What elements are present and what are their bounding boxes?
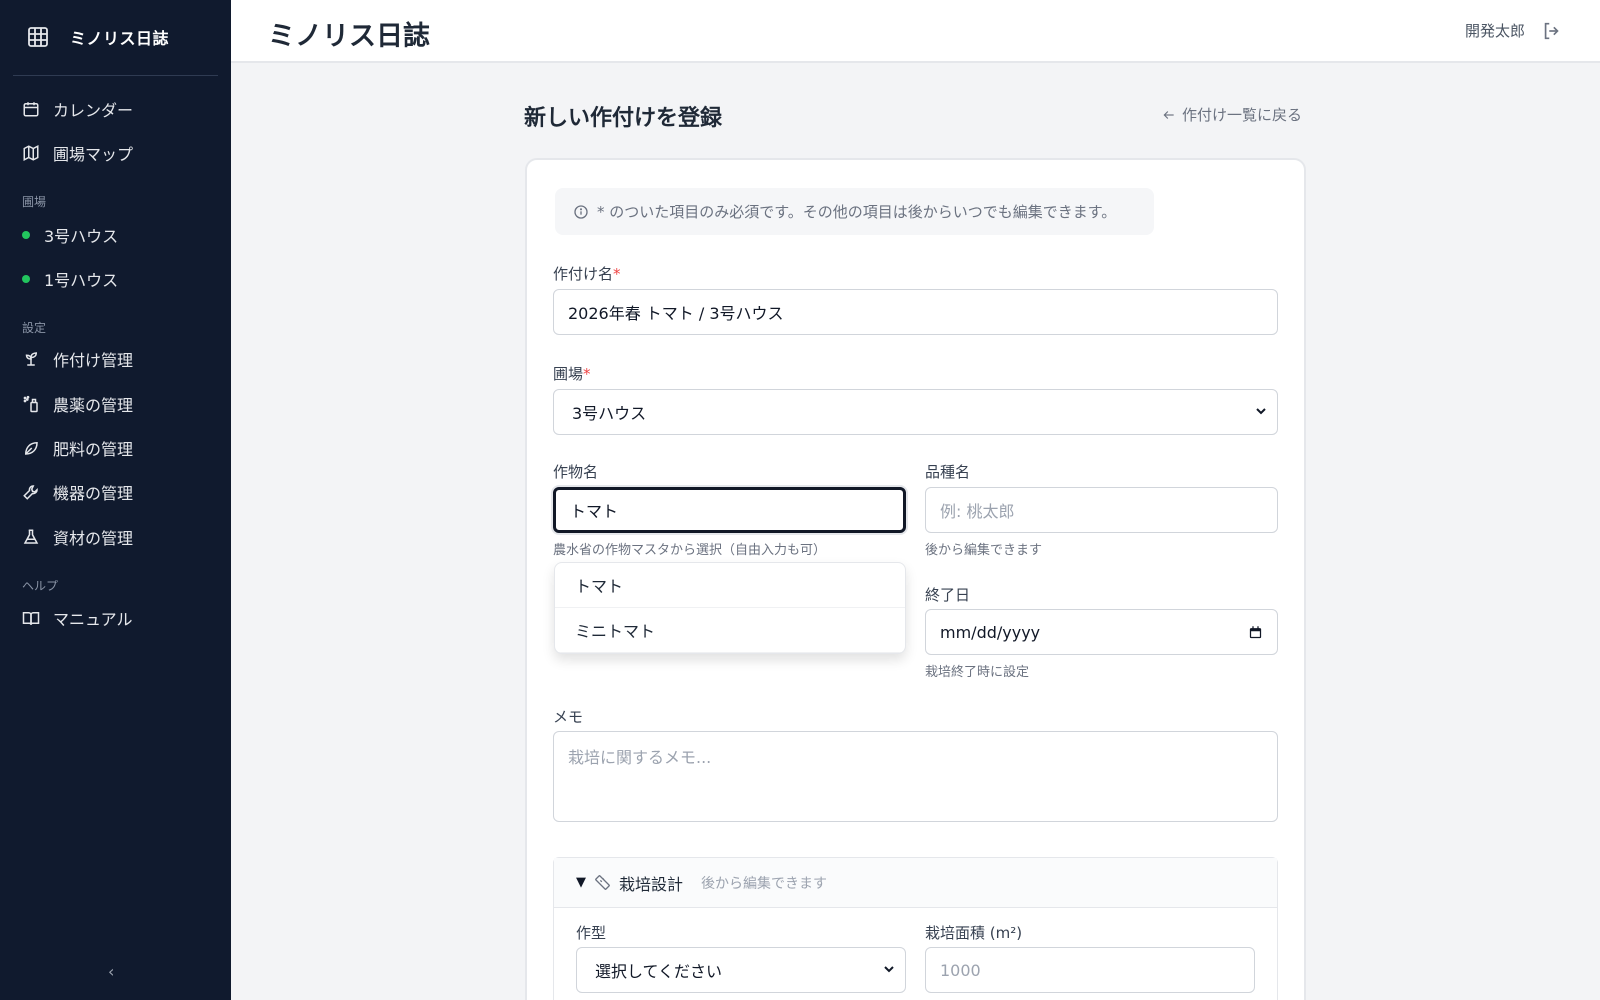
section-subtitle: 後から編集できます	[701, 875, 828, 892]
info-notice: * のついた項目のみ必須です。その他の項目は後からいつでも編集できます。	[555, 188, 1154, 235]
sidebar-item-materials[interactable]: 資材の管理	[22, 522, 133, 552]
leaf-icon	[24, 441, 38, 455]
sidebar-item-label: 圃場マップ	[53, 145, 134, 164]
suggestion-item[interactable]: トマト	[555, 563, 905, 608]
sidebar-item-manual[interactable]: マニュアル	[22, 603, 133, 633]
chevron-down-icon	[884, 966, 894, 973]
field-select[interactable]: 3号ハウス	[553, 389, 1278, 435]
required-mark: *	[613, 265, 621, 283]
end-date-input[interactable]: mm/dd/yyyy	[925, 609, 1278, 655]
map-icon	[23, 145, 39, 161]
sidebar-item-label: 作付け管理	[53, 351, 134, 370]
variety-input[interactable]: 例: 桃太郎	[925, 487, 1278, 533]
sidebar-item-field-map[interactable]: 圃場マップ	[22, 138, 133, 168]
back-link-label: 作付け一覧に戻る	[1182, 106, 1303, 124]
arrow-left-icon	[1163, 110, 1174, 119]
top-header: ミノリス日誌 開発太郎	[231, 0, 1600, 63]
wrench-icon	[23, 485, 38, 500]
suggestion-item[interactable]: ミニトマト	[555, 608, 905, 653]
sidebar-item-label: 1号ハウス	[44, 271, 119, 290]
sidebar-item-label: カレンダー	[53, 101, 134, 120]
spray-icon	[23, 395, 38, 413]
cropping-type-select[interactable]: 選択してください	[576, 947, 906, 993]
field-select-value: 3号ハウス	[572, 404, 647, 423]
sidebar-item-label: 3号ハウス	[44, 227, 119, 246]
status-dot	[22, 275, 30, 283]
form-title: 新しい作付けを登録	[524, 106, 723, 131]
cultivation-area-label: 栽培面積 (m²)	[925, 924, 1023, 942]
section-label-help: ヘルプ	[22, 579, 59, 593]
cropping-type-label: 作型	[576, 924, 607, 942]
user-name[interactable]: 開発太郎	[1465, 20, 1525, 41]
memo-label: メモ	[553, 708, 584, 726]
divider	[13, 75, 218, 76]
info-icon	[574, 204, 588, 219]
brand[interactable]: ミノリス日誌	[26, 22, 169, 52]
memo-textarea[interactable]: 栽培に関するメモ...	[553, 731, 1278, 822]
field-label: 圃場*	[553, 365, 591, 383]
status-dot	[22, 231, 30, 239]
sidebar-item-label: 機器の管理	[53, 484, 134, 503]
sidebar-item-label: 資材の管理	[53, 529, 134, 548]
crop-name-label: 作付け名*	[553, 265, 621, 283]
collapse-sidebar-button[interactable]: ‹	[108, 962, 124, 982]
sidebar-item-house-3[interactable]: 3号ハウス	[22, 220, 118, 250]
cultivation-area-input[interactable]: 1000	[925, 947, 1255, 993]
brand-name: ミノリス日誌	[70, 29, 170, 48]
end-date-placeholder: mm/dd/yyyy	[940, 622, 1041, 642]
sidebar: ミノリス日誌 カレンダー 圃場マップ 圃場 3号ハウス 1号ハウス 設定 作付け…	[0, 0, 231, 1000]
sidebar-item-label: 農薬の管理	[53, 396, 134, 415]
calendar-picker-icon[interactable]	[1248, 625, 1263, 640]
back-to-list-link[interactable]: 作付け一覧に戻る	[1162, 104, 1302, 125]
cultivation-design-toggle[interactable]: ▼ 栽培設計 後から編集できます	[554, 858, 1277, 908]
logout-icon[interactable]	[1541, 20, 1563, 42]
variety-hint: 後から編集できます	[925, 543, 1043, 558]
required-mark: *	[583, 365, 591, 383]
sidebar-item-label: マニュアル	[53, 610, 133, 629]
end-date-label: 終了日	[925, 586, 971, 604]
section-label-settings: 設定	[22, 321, 47, 335]
sidebar-item-fertilizers[interactable]: 肥料の管理	[22, 433, 133, 463]
sidebar-item-equipment[interactable]: 機器の管理	[22, 477, 133, 507]
chevron-down-icon	[1256, 408, 1266, 415]
crop-input[interactable]: トマト	[553, 487, 906, 533]
crop-suggestions-dropdown: トマト ミニトマト	[554, 562, 906, 654]
crop-hint: 農水省の作物マスタから選択（自由入力も可）	[553, 543, 827, 558]
sidebar-item-house-1[interactable]: 1号ハウス	[22, 264, 118, 294]
variety-label: 品種名	[925, 463, 971, 481]
book-icon	[22, 612, 40, 625]
sidebar-item-calendar[interactable]: カレンダー	[22, 94, 133, 124]
end-date-hint: 栽培終了時に設定	[925, 665, 1030, 680]
section-title: 栽培設計	[619, 874, 684, 894]
cropping-type-value: 選択してください	[595, 962, 723, 981]
sidebar-item-crop-management[interactable]: 作付け管理	[22, 344, 133, 374]
crop-label: 作物名	[553, 463, 599, 481]
crop-name-input[interactable]: 2026年春 トマト / 3号ハウス	[553, 289, 1278, 335]
sprout-icon	[25, 352, 38, 366]
calendar-icon	[23, 102, 39, 117]
page-title: ミノリス日誌	[268, 21, 430, 52]
sidebar-item-pesticides[interactable]: 農薬の管理	[22, 389, 133, 419]
grid-icon	[26, 25, 50, 49]
flask-icon	[23, 529, 39, 544]
triangle-down-icon: ▼	[576, 875, 586, 890]
ruler-icon	[595, 875, 610, 890]
section-label-fields: 圃場	[22, 195, 47, 209]
info-text: * のついた項目のみ必須です。その他の項目は後からいつでも編集できます。	[597, 203, 1117, 221]
sidebar-item-label: 肥料の管理	[53, 440, 134, 459]
